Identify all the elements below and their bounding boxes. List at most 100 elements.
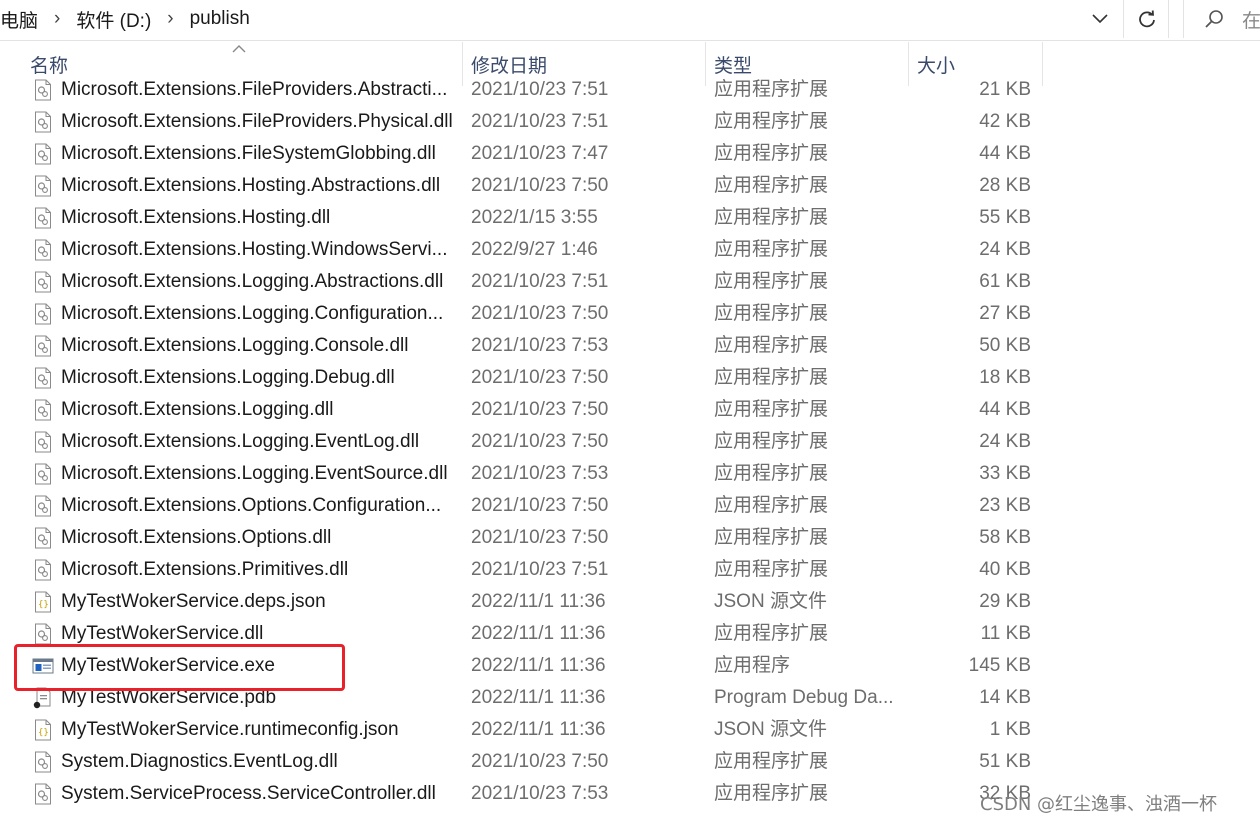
file-row[interactable]: Microsoft.Extensions.FileProviders.Abstr… bbox=[0, 74, 1260, 106]
file-name: Microsoft.Extensions.Options.Configurati… bbox=[61, 495, 442, 516]
file-row[interactable]: Microsoft.Extensions.Logging.Console.dll… bbox=[0, 330, 1260, 362]
file-type: 应用程序扩展 bbox=[714, 783, 829, 804]
file-date: 2021/10/23 7:53 bbox=[471, 335, 609, 356]
file-list: Microsoft.Extensions.FileProviders.Abstr… bbox=[0, 74, 1260, 820]
dll-icon bbox=[32, 554, 54, 586]
file-row[interactable]: System.Diagnostics.EventLog.dll 2021/10/2… bbox=[0, 746, 1260, 778]
file-row[interactable]: Microsoft.Extensions.Logging.dll 2021/10/… bbox=[0, 394, 1260, 426]
file-name: Microsoft.Extensions.FileSystemGlobbing.… bbox=[61, 143, 436, 164]
file-row[interactable]: Microsoft.Extensions.Logging.EventLog.dl… bbox=[0, 426, 1260, 458]
file-size: 21 KB bbox=[979, 79, 1031, 100]
dll-icon bbox=[32, 74, 54, 106]
file-row[interactable]: Microsoft.Extensions.Logging.Debug.dll 20… bbox=[0, 362, 1260, 394]
json-icon: {} bbox=[32, 714, 54, 746]
file-row[interactable]: {} MyTestWokerService.deps.json 2022/11/1 … bbox=[0, 586, 1260, 618]
file-size: 18 KB bbox=[979, 367, 1031, 388]
file-size: 33 KB bbox=[979, 463, 1031, 484]
chevron-down-icon[interactable] bbox=[1089, 8, 1111, 30]
refresh-button[interactable] bbox=[1125, 0, 1169, 38]
file-row[interactable]: Microsoft.Extensions.FileProviders.Physi… bbox=[0, 106, 1260, 138]
breadcrumb-separator-icon[interactable]: › bbox=[44, 8, 70, 30]
breadcrumb-publish[interactable]: publish bbox=[184, 8, 256, 30]
json-icon: {} bbox=[32, 586, 54, 618]
file-name: Microsoft.Extensions.Hosting.Abstraction… bbox=[61, 175, 441, 196]
file-size: 51 KB bbox=[979, 751, 1031, 772]
file-row[interactable]: Microsoft.Extensions.Logging.Configurati… bbox=[0, 298, 1260, 330]
file-date: 2021/10/23 7:51 bbox=[471, 271, 609, 292]
file-row[interactable]: Microsoft.Extensions.Options.dll 2021/10/… bbox=[0, 522, 1260, 554]
breadcrumb-this-pc[interactable]: 电脑 bbox=[0, 6, 44, 33]
file-type: 应用程序扩展 bbox=[714, 239, 829, 260]
file-size: 50 KB bbox=[979, 335, 1031, 356]
file-name: MyTestWokerService.pdb bbox=[61, 687, 277, 708]
file-size: 44 KB bbox=[979, 143, 1031, 164]
file-date: 2021/10/23 7:50 bbox=[471, 431, 609, 452]
address-bar[interactable]: 电脑 › 软件 (D:) › publish bbox=[0, 0, 1124, 38]
file-row[interactable]: Microsoft.Extensions.Hosting.WindowsServ… bbox=[0, 234, 1260, 266]
file-type: 应用程序扩展 bbox=[714, 367, 829, 388]
file-date: 2022/9/27 1:46 bbox=[471, 239, 598, 260]
file-type: 应用程序扩展 bbox=[714, 399, 829, 420]
file-name: Microsoft.Extensions.Logging.Debug.dll bbox=[61, 367, 395, 388]
dll-icon bbox=[32, 298, 54, 330]
breadcrumb-drive-d[interactable]: 软件 (D:) bbox=[70, 6, 157, 33]
file-name: Microsoft.Extensions.Logging.EventLog.dl… bbox=[61, 431, 420, 452]
file-type: 应用程序扩展 bbox=[714, 527, 829, 548]
file-row[interactable]: MyTestWokerService.dll 2022/11/1 11:36 应用程… bbox=[0, 618, 1260, 650]
file-date: 2021/10/23 7:50 bbox=[471, 527, 609, 548]
file-type: JSON 源文件 bbox=[714, 719, 827, 740]
search-icon bbox=[1204, 9, 1224, 29]
file-size: 58 KB bbox=[979, 527, 1031, 548]
file-type: 应用程序扩展 bbox=[714, 559, 829, 580]
file-name: Microsoft.Extensions.Logging.Abstraction… bbox=[61, 271, 444, 292]
file-row[interactable]: {} MyTestWokerService.runtimeconfig.json 2… bbox=[0, 714, 1260, 746]
dll-icon bbox=[32, 202, 54, 234]
dll-icon bbox=[32, 522, 54, 554]
dll-icon bbox=[32, 426, 54, 458]
file-row[interactable]: Microsoft.Extensions.Hosting.Abstraction… bbox=[0, 170, 1260, 202]
file-type: Program Debug Da... bbox=[714, 687, 894, 708]
dll-icon bbox=[32, 490, 54, 522]
file-type: 应用程序扩展 bbox=[714, 79, 829, 100]
file-size: 24 KB bbox=[979, 431, 1031, 452]
file-name: Microsoft.Extensions.Logging.EventSource… bbox=[61, 463, 448, 484]
file-size: 61 KB bbox=[979, 271, 1031, 292]
file-name: Microsoft.Extensions.Hosting.WindowsServ… bbox=[61, 239, 448, 260]
dll-icon bbox=[32, 458, 54, 490]
file-type: 应用程序扩展 bbox=[714, 495, 829, 516]
file-size: 28 KB bbox=[979, 175, 1031, 196]
file-name: MyTestWokerService.exe bbox=[61, 655, 275, 676]
file-row[interactable]: Microsoft.Extensions.Options.Configurati… bbox=[0, 490, 1260, 522]
file-row[interactable]: Microsoft.Extensions.Primitives.dll 2021/… bbox=[0, 554, 1260, 586]
dll-icon bbox=[32, 330, 54, 362]
file-row[interactable]: Microsoft.Extensions.Logging.EventSource… bbox=[0, 458, 1260, 490]
file-date: 2022/11/1 11:36 bbox=[471, 687, 606, 708]
file-type: 应用程序扩展 bbox=[714, 175, 829, 196]
search-input[interactable]: 在 bbox=[1183, 0, 1260, 38]
dll-icon bbox=[32, 362, 54, 394]
address-toolbar: 电脑 › 软件 (D:) › publish 在 bbox=[0, 0, 1260, 41]
watermark: CSDN @红尘逸事、浊酒一杯 bbox=[980, 794, 1218, 815]
file-name: Microsoft.Extensions.Logging.Configurati… bbox=[61, 303, 444, 324]
file-size: 14 KB bbox=[979, 687, 1031, 708]
breadcrumb-separator-icon[interactable]: › bbox=[157, 8, 183, 30]
file-row[interactable]: MyTestWokerService.exe 2022/11/1 11:36 应用程… bbox=[0, 650, 1260, 682]
file-row[interactable]: Microsoft.Extensions.FileSystemGlobbing.… bbox=[0, 138, 1260, 170]
file-name: Microsoft.Extensions.Logging.Console.dll bbox=[61, 335, 409, 356]
file-date: 2022/11/1 11:36 bbox=[471, 719, 606, 740]
file-date: 2021/10/23 7:50 bbox=[471, 175, 609, 196]
file-row[interactable]: Microsoft.Extensions.Logging.Abstraction… bbox=[0, 266, 1260, 298]
file-row[interactable]: MyTestWokerService.pdb 2022/11/1 11:36 Pro… bbox=[0, 682, 1260, 714]
svg-text:{}: {} bbox=[38, 600, 49, 610]
file-size: 40 KB bbox=[979, 559, 1031, 580]
file-row[interactable]: Microsoft.Extensions.Hosting.dll 2022/1/1… bbox=[0, 202, 1260, 234]
dll-icon bbox=[32, 618, 54, 650]
file-date: 2021/10/23 7:51 bbox=[471, 559, 609, 580]
file-name: System.ServiceProcess.ServiceController.… bbox=[61, 783, 436, 804]
file-type: 应用程序扩展 bbox=[714, 431, 829, 452]
file-size: 27 KB bbox=[979, 303, 1031, 324]
file-name: Microsoft.Extensions.Hosting.dll bbox=[61, 207, 331, 228]
file-type: 应用程序扩展 bbox=[714, 463, 829, 484]
file-name: System.Diagnostics.EventLog.dll bbox=[61, 751, 338, 772]
file-name: Microsoft.Extensions.FileProviders.Abstr… bbox=[61, 79, 448, 100]
